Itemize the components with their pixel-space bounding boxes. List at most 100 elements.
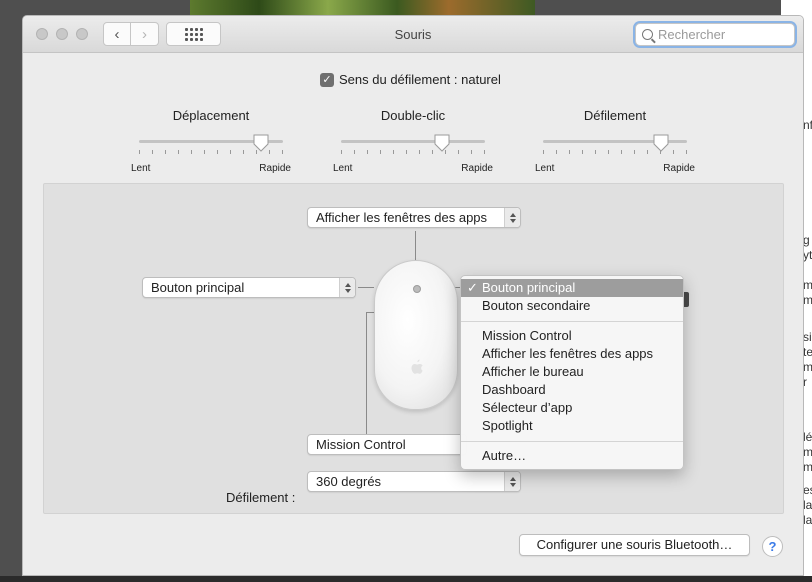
slider-tick (191, 150, 192, 154)
slider-tick (569, 150, 570, 154)
background-text: m (803, 278, 812, 292)
background-text: la (803, 513, 812, 527)
background-text: sis (803, 330, 812, 344)
search-input[interactable] (658, 27, 788, 42)
slider-tick (556, 150, 557, 154)
slider-max-label: Rapide (259, 163, 291, 174)
background-photo (190, 0, 535, 16)
double-click-slider: Double-clic Lent Rapide (333, 108, 493, 174)
checkmark-icon: ✓ (467, 280, 478, 295)
button-action-menu: ✓ Bouton principal Bouton secondaire Mis… (460, 275, 684, 470)
slider-tick (406, 150, 407, 154)
slider-tick (621, 150, 622, 154)
slider-tick (471, 150, 472, 154)
apple-logo-icon (411, 359, 423, 374)
popup-scroll-mode[interactable]: 360 degrés (307, 471, 521, 492)
title-bar[interactable]: ‹ › Souris (23, 16, 803, 53)
slider-thumb[interactable] (434, 134, 450, 152)
popup-value: Mission Control (316, 437, 406, 452)
menu-item-mission-control[interactable]: Mission Control (461, 327, 683, 345)
slider-max-label: Rapide (663, 163, 695, 174)
menu-item-desktop[interactable]: Afficher le bureau (461, 363, 683, 381)
popup-value: Afficher les fenêtres des apps (316, 210, 488, 225)
background-text: m (803, 460, 812, 474)
scroll-speed-slider: Défilement Lent Rapide (535, 108, 695, 174)
background-text: lé (803, 430, 812, 444)
slider-tick (686, 150, 687, 154)
slider-tick (647, 150, 648, 154)
background-text: te (803, 345, 812, 359)
slider-tick (230, 150, 231, 154)
slider-tick (367, 150, 368, 154)
background-text: yt (803, 248, 812, 262)
menu-item-secondary[interactable]: Bouton secondaire (461, 297, 683, 315)
menu-item-primary[interactable]: ✓ Bouton principal (461, 279, 683, 297)
slider-tick (458, 150, 459, 154)
menu-item-app-windows[interactable]: Afficher les fenêtres des apps (461, 345, 683, 363)
popup-bottom-button[interactable]: Mission Control (307, 434, 467, 455)
slider-tick (608, 150, 609, 154)
slider-title: Déplacement (172, 108, 250, 123)
background-text: g (803, 233, 810, 247)
slider-tick (595, 150, 596, 154)
slider-tick (673, 150, 674, 154)
menu-item-app-switcher[interactable]: Sélecteur d’app (461, 399, 683, 417)
slider-min-label: Lent (535, 163, 555, 174)
slider-track[interactable] (341, 140, 485, 143)
menu-item-spotlight[interactable]: Spotlight (461, 417, 683, 435)
slider-tick (165, 150, 166, 154)
slider-tick (393, 150, 394, 154)
slider-tick (217, 150, 218, 154)
help-button[interactable]: ? (762, 536, 783, 557)
tracking-speed-slider: Déplacement Lent Rapide (131, 108, 291, 174)
natural-scroll-label: Sens du défilement : naturel (339, 72, 501, 87)
mouse-button-dot (413, 285, 421, 293)
slider-tick (354, 150, 355, 154)
slider-thumb[interactable] (653, 134, 669, 152)
slider-tick (178, 150, 179, 154)
natural-scroll-option[interactable]: ✓ Sens du défilement : naturel (320, 72, 501, 87)
slider-thumb[interactable] (253, 134, 269, 152)
slider-title: Défilement (583, 108, 647, 123)
background-text: m (803, 293, 812, 307)
updown-arrows-icon (504, 208, 520, 227)
slider-tick (139, 150, 140, 154)
slider-tick (204, 150, 205, 154)
popup-left-button[interactable]: Bouton principal (142, 277, 356, 298)
slider-min-label: Lent (131, 163, 151, 174)
connector-line (366, 312, 367, 434)
slider-tick (634, 150, 635, 154)
search-icon (642, 29, 653, 40)
slider-tick (419, 150, 420, 154)
slider-tick (243, 150, 244, 154)
updown-arrows-icon (339, 278, 355, 297)
slider-tick (380, 150, 381, 154)
background-text: nf (803, 118, 812, 132)
menu-item-label: Bouton principal (482, 280, 576, 295)
natural-scroll-checkbox[interactable]: ✓ (320, 72, 334, 87)
menu-separator (461, 321, 683, 322)
popup-top-button[interactable]: Afficher les fenêtres des apps (307, 207, 521, 228)
background-text: la (803, 498, 812, 512)
menu-item-other[interactable]: Autre… (461, 447, 683, 465)
slider-tick (282, 150, 283, 154)
setup-bluetooth-mouse-button[interactable]: Configurer une souris Bluetooth… (519, 534, 750, 556)
preferences-window: ‹ › Souris ✓ Sens du défilement : nature… (22, 15, 804, 576)
background-strip (0, 576, 812, 582)
search-field[interactable] (635, 23, 795, 46)
slider-tick (582, 150, 583, 154)
slider-ticks (341, 150, 485, 154)
slider-max-label: Rapide (461, 163, 493, 174)
menu-item-dashboard[interactable]: Dashboard (461, 381, 683, 399)
background-text: est (803, 483, 812, 497)
popup-value: 360 degrés (316, 474, 382, 489)
slider-tick (543, 150, 544, 154)
slider-min-label: Lent (333, 163, 353, 174)
menu-separator (461, 441, 683, 442)
slider-tick (152, 150, 153, 154)
slider-tick (484, 150, 485, 154)
slider-tick (341, 150, 342, 154)
connector-line (358, 287, 374, 288)
background-text: m (803, 360, 812, 374)
background-text: m (803, 445, 812, 459)
